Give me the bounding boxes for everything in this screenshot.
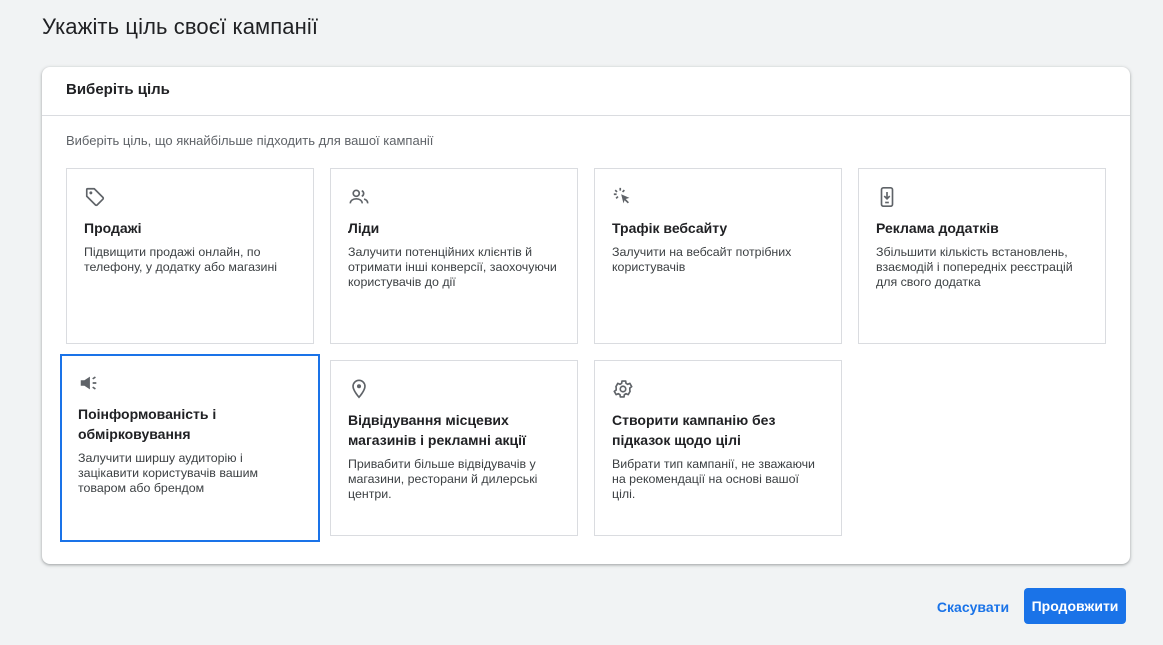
goal-card-app-promotion[interactable]: Реклама додатків Збільшити кількість вст… [858, 168, 1106, 344]
goal-card-description: Залучити ширшу аудиторію і зацікавити ко… [78, 451, 259, 495]
phone-download-icon [876, 186, 898, 208]
goal-card-title: Продажі [84, 220, 142, 236]
goal-card-no-guidance[interactable]: Створити кампанію без підказок щодо цілі… [594, 360, 842, 536]
goal-card-title: Створити кампанію без підказок щодо цілі [612, 412, 776, 448]
goal-card-title: Відвідування місцевих магазинів і реклам… [348, 412, 526, 448]
goal-card-description: Підвищити продажі онлайн, по телефону, у… [84, 245, 278, 274]
goal-card-description: Привабити більше відвідувачів у магазини… [348, 457, 538, 501]
continue-button[interactable]: Продовжити [1024, 588, 1126, 624]
location-pin-icon [348, 378, 370, 400]
instruction-text: Виберіть ціль, що якнайбільше підходить … [66, 133, 434, 148]
goal-card-title: Ліди [348, 220, 380, 236]
goal-card-description: Залучити на вебсайт потрібних користувач… [612, 245, 792, 274]
panel-header: Виберіть ціль [42, 67, 1130, 116]
goal-card-title: Реклама додатків [876, 220, 999, 236]
goal-card-description: Залучити потенційних клієнтів й отримати… [348, 245, 557, 289]
goal-card-title: Трафік вебсайту [612, 220, 728, 236]
goal-card-awareness[interactable]: Поінформованість і обмірковування Залучи… [60, 354, 320, 542]
goal-card-description: Вибрати тип кампанії, не зважаючи на рек… [612, 457, 815, 501]
goal-card-title: Поінформованість і обмірковування [78, 406, 217, 442]
gear-icon [612, 378, 634, 400]
goal-card-leads[interactable]: Ліди Залучити потенційних клієнтів й отр… [330, 168, 578, 344]
cancel-button[interactable]: Скасувати [926, 589, 1020, 624]
goal-card-sales[interactable]: Продажі Підвищити продажі онлайн, по тел… [66, 168, 314, 344]
goal-selection-panel: Виберіть ціль Виберіть ціль, що якнайбіл… [42, 67, 1130, 564]
goal-card-website-traffic[interactable]: Трафік вебсайту Залучити на вебсайт потр… [594, 168, 842, 344]
megaphone-icon [78, 372, 100, 394]
people-icon [348, 186, 370, 208]
panel-header-title: Виберіть ціль [66, 81, 170, 98]
goal-card-description: Збільшити кількість встановлень, взаємод… [876, 245, 1073, 289]
goal-card-local-store-visits[interactable]: Відвідування місцевих магазинів і реклам… [330, 360, 578, 536]
cursor-click-icon [612, 186, 634, 208]
page-title: Укажіть ціль своєї кампанії [42, 14, 319, 39]
tag-icon [84, 186, 106, 208]
